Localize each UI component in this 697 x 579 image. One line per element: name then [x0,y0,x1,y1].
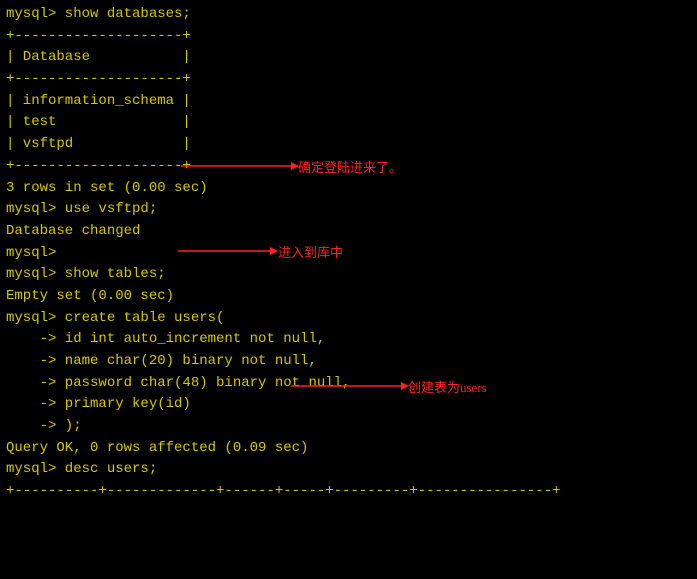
terminal-line: mysql> show databases; [6,4,691,26]
annotation-create: 创建表为users [408,377,487,396]
terminal-line: -> primary key(id) [6,394,691,416]
terminal-line: | Database | [6,47,691,69]
terminal-line: -> ); [6,416,691,438]
terminal-line: mysql> create table users( [6,308,691,330]
arrow-login [181,159,299,173]
annotation-db: 进入到库中 [278,242,343,261]
terminal-line: Query OK, 0 rows affected (0.09 sec) [6,438,691,460]
terminal-line: mysql> desc users; [6,459,691,481]
terminal-line: | information_schema | [6,91,691,113]
terminal-line: Empty set (0.00 sec) [6,286,691,308]
terminal-line: mysql> [6,243,691,265]
annotation-login: 确定登陆进来了。 [298,157,402,176]
terminal-line: +--------------------+ [6,26,691,48]
terminal-line: -> name char(20) binary not null, [6,351,691,373]
terminal-line: mysql> show tables; [6,264,691,286]
terminal-line: Database changed [6,221,691,243]
terminal-line: | test | [6,112,691,134]
terminal-line: | vsftpd | [6,134,691,156]
arrow-create [291,379,409,393]
terminal-line: mysql> use vsftpd; [6,199,691,221]
terminal: mysql> show databases; +----------------… [6,4,691,503]
terminal-line: +--------------------+ [6,69,691,91]
arrow-db [178,244,278,258]
terminal-line: +----------+-------------+------+-----+-… [6,481,691,503]
terminal-line: 3 rows in set (0.00 sec) [6,178,691,200]
terminal-line: -> id int auto_increment not null, [6,329,691,351]
